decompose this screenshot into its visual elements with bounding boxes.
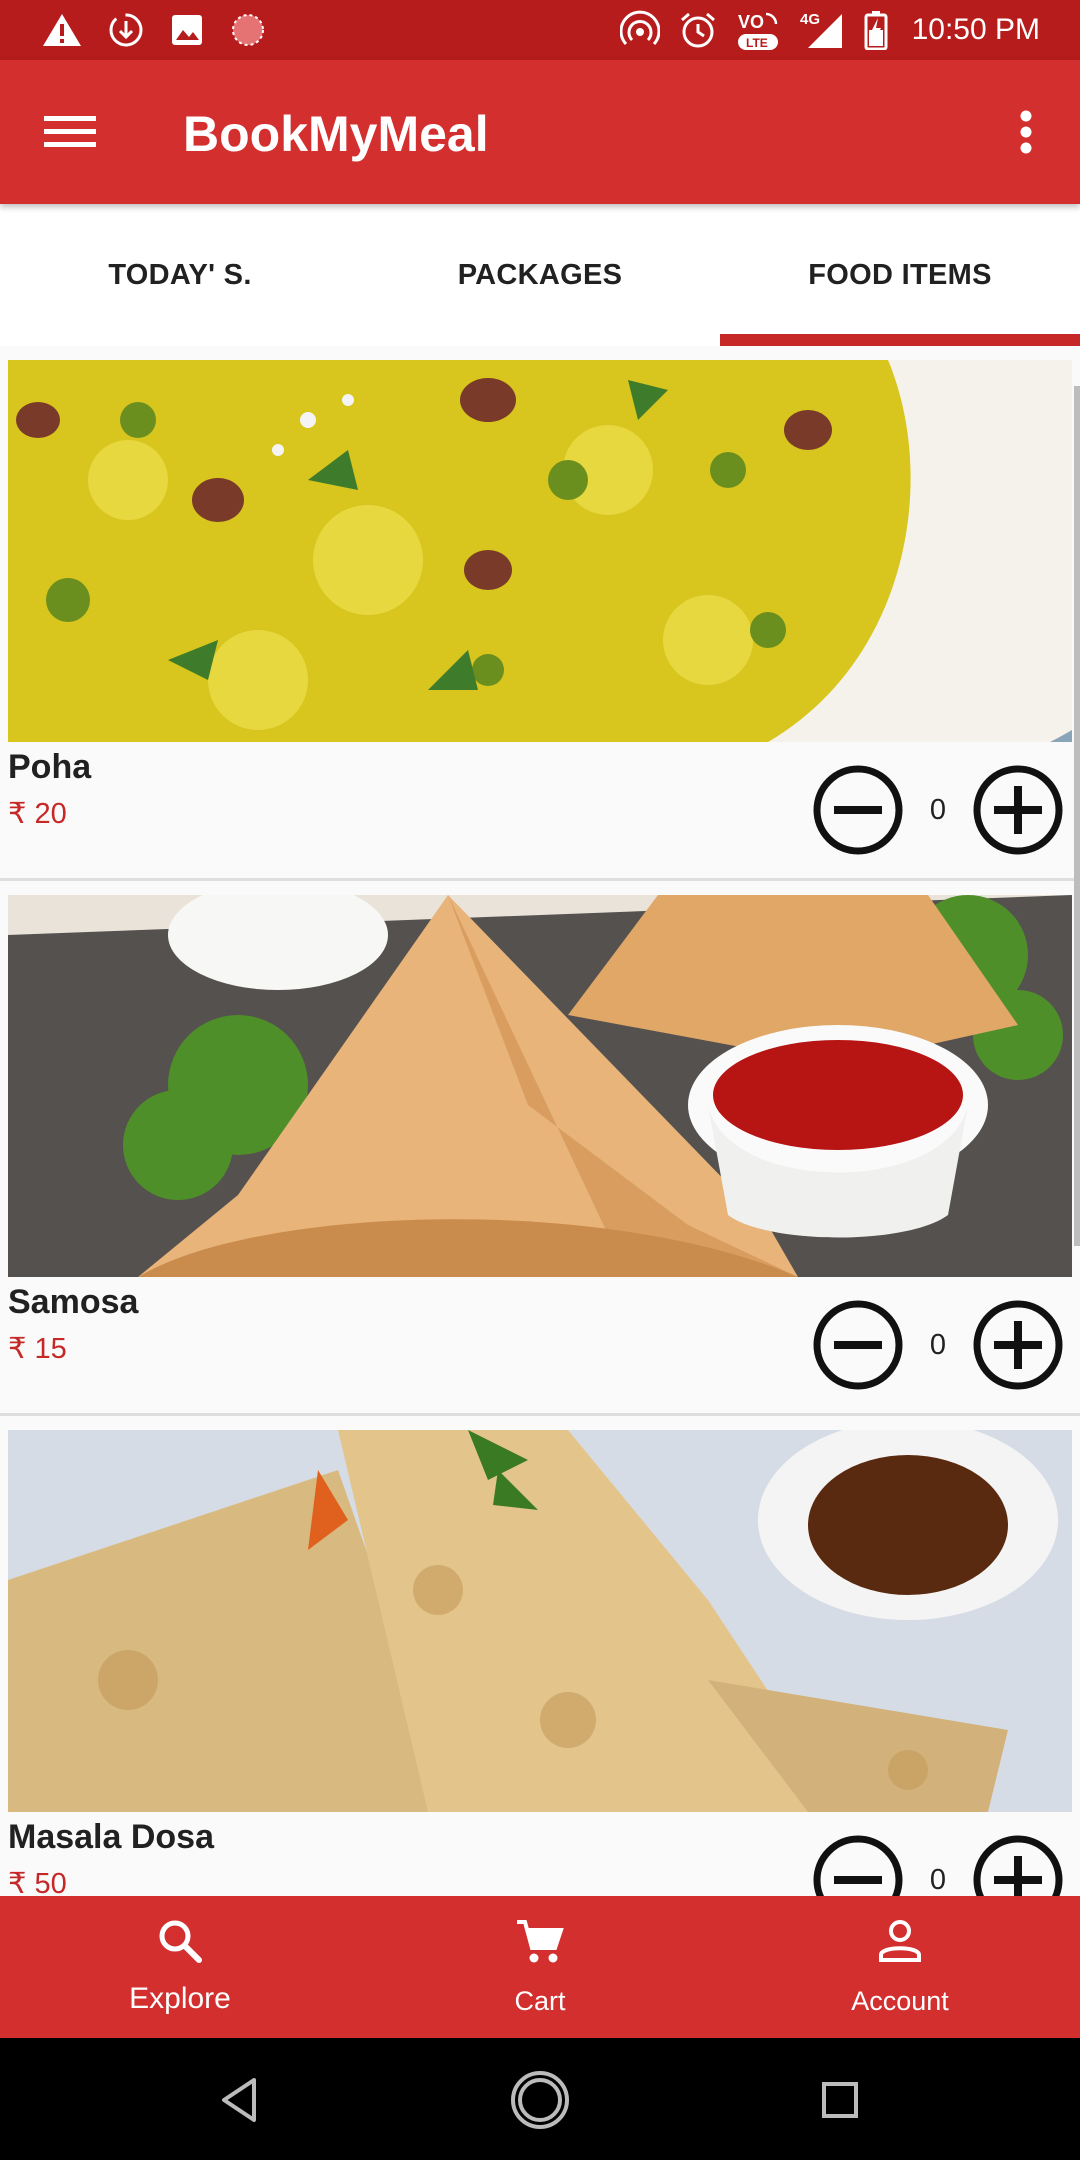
nav-account[interactable]: Account [720, 1896, 1080, 2038]
food-name: Poha [8, 748, 92, 786]
tab-bar: TODAY' S. PACKAGES FOOD ITEMS [0, 204, 1080, 346]
cart-icon [517, 1920, 564, 1963]
plus-circle-icon [973, 765, 1063, 855]
search-icon [159, 1920, 202, 1963]
volte-icon: VO LTE [736, 8, 782, 52]
quantity-value: 0 [929, 1329, 947, 1361]
recent-apps-icon[interactable] [804, 2064, 876, 2136]
image-icon [170, 13, 204, 47]
food-image-masala-dosa [8, 1430, 1072, 1812]
status-bar: VO LTE 4G 10:50 PM [0, 0, 1080, 60]
food-price: ₹ 15 [8, 1333, 67, 1365]
loading-icon [230, 12, 266, 48]
food-card-samosa: Samosa ₹ 15 0 [0, 881, 1080, 1416]
tab-food-items[interactable]: FOOD ITEMS [720, 204, 1080, 346]
food-image-poha [8, 360, 1072, 742]
svg-text:4G: 4G [800, 11, 820, 28]
hotspot-icon [619, 10, 660, 50]
download-icon [108, 12, 144, 48]
battery-icon [864, 10, 888, 50]
system-navigation-bar [0, 2038, 1080, 2160]
quantity-value: 0 [929, 1864, 947, 1896]
food-price: ₹ 50 [8, 1868, 67, 1896]
food-name: Samosa [8, 1283, 139, 1321]
plus-circle-icon [973, 1300, 1063, 1390]
app-bar: BookMyMeal [0, 60, 1080, 204]
nav-cart[interactable]: Cart [360, 1896, 720, 2038]
svg-text:LTE: LTE [746, 36, 768, 50]
minus-circle-icon [813, 765, 903, 855]
food-card-poha: Poha ₹ 20 0 [0, 346, 1080, 881]
increase-quantity-button[interactable] [972, 1834, 1064, 1896]
nav-explore-label: Explore [129, 1982, 231, 2015]
nav-cart-label: Cart [514, 1986, 566, 2016]
food-name: Masala Dosa [8, 1818, 214, 1856]
warning-icon [42, 13, 82, 47]
back-icon[interactable] [204, 2064, 276, 2136]
tab-todays-special[interactable]: TODAY' S. [0, 204, 360, 346]
hamburger-menu-icon[interactable] [30, 102, 110, 162]
app-title: BookMyMeal [183, 106, 489, 162]
increase-quantity-button[interactable] [972, 1299, 1064, 1391]
quantity-value: 0 [929, 794, 947, 826]
signal-icon: 4G [800, 10, 846, 50]
increase-quantity-button[interactable] [972, 764, 1064, 856]
home-icon[interactable] [504, 2064, 576, 2136]
minus-circle-icon [813, 1300, 903, 1390]
list-scrollbar[interactable] [1074, 386, 1080, 1246]
food-card-masala-dosa: Masala Dosa ₹ 50 0 [0, 1416, 1080, 1896]
minus-circle-icon [813, 1835, 903, 1896]
decrease-quantity-button[interactable] [812, 764, 904, 856]
bottom-navigation: Explore Cart Account [0, 1896, 1080, 2038]
alarm-icon [678, 10, 718, 50]
status-time: 10:50 PM [911, 13, 1040, 46]
plus-circle-icon [973, 1835, 1063, 1896]
food-list[interactable]: Poha ₹ 20 0 Samosa ₹ 15 0 Masala Dosa ₹ … [0, 346, 1080, 1896]
svg-text:VO: VO [738, 12, 764, 32]
food-image-samosa [8, 895, 1072, 1277]
person-icon [879, 1920, 921, 1962]
tab-packages[interactable]: PACKAGES [360, 204, 720, 346]
decrease-quantity-button[interactable] [812, 1299, 904, 1391]
decrease-quantity-button[interactable] [812, 1834, 904, 1896]
nav-account-label: Account [851, 1986, 949, 2016]
nav-explore[interactable]: Explore [0, 1896, 360, 2038]
food-price: ₹ 20 [8, 798, 67, 830]
tab-indicator [720, 334, 1080, 346]
more-vert-icon[interactable] [996, 102, 1056, 162]
